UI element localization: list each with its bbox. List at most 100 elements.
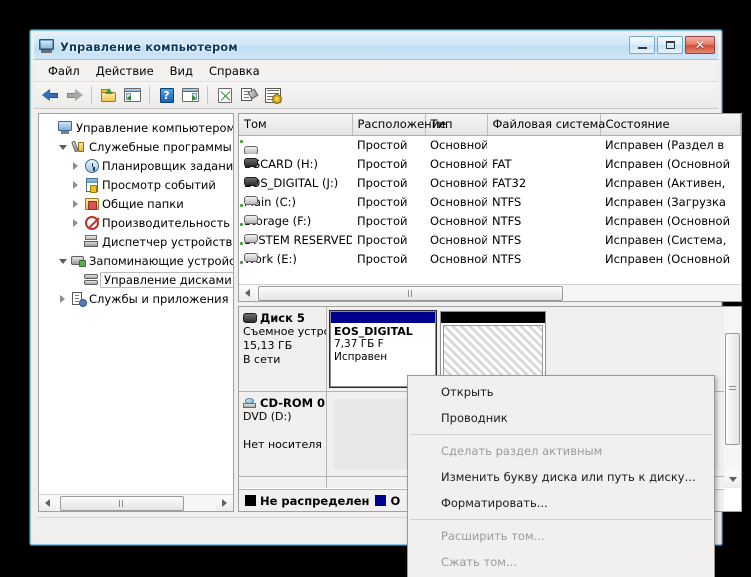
volume-name: EOS_DIGITAL (J:) <box>244 175 339 190</box>
tree-item-label: Диспетчер устройств <box>102 234 233 249</box>
disk-header[interactable]: Диск 5 Съемное устрой 15,13 ГБ В сети <box>239 307 327 391</box>
scroll-track[interactable] <box>256 284 741 301</box>
legend-swatch-blue <box>375 495 387 506</box>
cell-status: Исправен (Активен, <box>605 175 726 190</box>
column-header-type[interactable]: Тип <box>425 114 488 136</box>
scroll-track[interactable] <box>56 494 216 511</box>
disk-name: Диск 5 <box>260 311 305 325</box>
table-row[interactable]: Storage (F:) Простой Основной NTFS Испра… <box>239 211 740 230</box>
back-button[interactable] <box>39 84 62 106</box>
cell-type: Основной <box>430 137 487 152</box>
scroll-left-button[interactable] <box>39 494 56 511</box>
title-bar: Управление компьютером ✕ <box>34 34 718 60</box>
tree-item-disk-management[interactable]: Управление дисками <box>42 270 233 289</box>
tree-item-event-viewer[interactable]: Просмотр событий <box>42 175 233 194</box>
disk-vertical-scrollbar[interactable] <box>723 307 741 488</box>
tree-item-system-tools[interactable]: Служебные программы <box>42 137 233 156</box>
show-hide-console-tree-button[interactable] <box>121 84 144 106</box>
properties-button[interactable] <box>261 84 284 106</box>
cell-layout: Простой <box>357 137 408 152</box>
column-header-filesystem[interactable]: Файловая система <box>487 114 605 136</box>
legend-swatch-black <box>245 495 256 506</box>
context-menu-item-explore[interactable]: Проводник <box>408 405 714 431</box>
scroll-down-button[interactable] <box>724 471 741 488</box>
disk-size <box>243 424 323 438</box>
menu-action[interactable]: Действие <box>88 62 162 80</box>
column-header-volume[interactable]: Том <box>239 114 353 136</box>
cell-status: Исправен (Основной <box>605 251 731 266</box>
tree-item-label: Управление дисками <box>100 271 233 288</box>
show-hide-action-pane-button[interactable] <box>179 84 202 106</box>
help-button[interactable]: ? <box>155 84 178 106</box>
scroll-right-button[interactable] <box>216 494 233 511</box>
tree-item-label: Запоминающие устройства <box>89 253 234 268</box>
shared-folders-icon <box>83 197 100 210</box>
table-row[interactable]: SYSTEM RESERVED Простой Основной NTFS Ис… <box>239 230 740 249</box>
column-header-status[interactable]: Состояние <box>600 114 741 136</box>
table-row[interactable]: Main (C:) Простой Основной NTFS Исправен… <box>239 192 740 211</box>
grip-icon <box>729 386 736 392</box>
show-hide-console-tree-icon <box>124 88 141 102</box>
cell-status: Исправен (Система, <box>605 232 727 247</box>
expander-closed-icon[interactable] <box>68 218 83 227</box>
minimize-icon <box>637 46 647 49</box>
tree-item-storage[interactable]: Запоминающие устройства <box>42 251 233 270</box>
context-menu-item-open[interactable]: Открыть <box>408 379 714 405</box>
tree-item-device-manager[interactable]: Диспетчер устройств <box>42 232 233 251</box>
storage-icon <box>70 254 87 267</box>
tree-item-shared-folders[interactable]: Общие папки <box>42 194 233 213</box>
cell-volume: SYSTEM RESERVED <box>239 230 352 249</box>
minimize-button[interactable] <box>629 36 655 54</box>
menu-view[interactable]: Вид <box>162 62 201 80</box>
scroll-thumb[interactable] <box>725 333 740 445</box>
disk-header[interactable]: CD-ROM 0 DVD (D:) Нет носителя <box>239 392 327 476</box>
cell-layout: Простой <box>357 232 408 247</box>
scroll-thumb[interactable] <box>60 495 184 511</box>
table-row[interactable]: EOS_DIGITAL (J:) Простой Основной FAT32 … <box>239 173 740 192</box>
cell-status: Исправен (Раздел в <box>605 137 725 152</box>
menu-file[interactable]: Файл <box>40 62 88 80</box>
cell-volume: Storage (F:) <box>239 211 352 230</box>
expander-closed-icon[interactable] <box>68 180 83 189</box>
volume-horizontal-scrollbar[interactable] <box>239 284 741 301</box>
cell-layout: Простой <box>357 175 408 190</box>
back-arrow-icon <box>42 88 59 102</box>
context-menu-item-mark-partition-active: Сделать раздел активным <box>441 444 603 458</box>
scroll-track[interactable] <box>724 307 741 471</box>
event-viewer-icon <box>83 177 100 193</box>
expander-closed-icon[interactable] <box>68 161 83 170</box>
context-menu-separator-2 <box>410 519 712 520</box>
forward-button[interactable] <box>63 84 86 106</box>
close-button[interactable]: ✕ <box>685 36 715 54</box>
menu-help[interactable]: Справка <box>201 62 268 80</box>
scroll-thumb[interactable] <box>258 285 563 301</box>
cell-filesystem: FAT <box>492 156 512 171</box>
tree-item-performance[interactable]: Производительность <box>42 213 233 232</box>
expander-closed-icon[interactable] <box>55 294 70 303</box>
column-header-layout[interactable]: Расположение <box>352 114 446 136</box>
tree-item-services-and-applications[interactable]: Службы и приложения <box>42 289 233 308</box>
table-row[interactable]: DSCARD (H:) Простой Основной FAT Исправе… <box>239 154 740 173</box>
cell-type: Основной <box>430 232 487 247</box>
scroll-left-button[interactable] <box>239 284 256 301</box>
cell-filesystem <box>487 135 600 154</box>
toolbar-separator-3 <box>207 86 208 104</box>
tree-item-task-scheduler[interactable]: Планировщик заданий <box>42 156 233 175</box>
cell-filesystem: NTFS <box>492 194 522 209</box>
cell-layout: Простой <box>357 213 408 228</box>
disk-state: Нет носителя <box>243 438 322 451</box>
grip-icon <box>119 499 125 507</box>
tree-item-computer-management[interactable]: Управление компьютером (лока <box>42 118 233 137</box>
up-one-level-button[interactable] <box>97 84 120 106</box>
maximize-button[interactable] <box>657 36 683 54</box>
expander-open-icon[interactable] <box>55 257 70 264</box>
expander-closed-icon[interactable] <box>68 199 83 208</box>
context-menu-item-change-drive-letter[interactable]: Изменить букву диска или путь к диску... <box>408 464 714 490</box>
table-row[interactable]: Work (E:) Простой Основной NTFS Исправен… <box>239 249 740 268</box>
context-menu-item-format[interactable]: Форматировать... <box>408 490 714 516</box>
expander-open-icon[interactable] <box>55 143 70 150</box>
export-list-button[interactable] <box>237 84 260 106</box>
table-row[interactable]: Простой Основной Исправен (Раздел в <box>239 135 740 154</box>
refresh-button[interactable] <box>213 84 236 106</box>
tree-horizontal-scrollbar[interactable] <box>39 494 233 511</box>
